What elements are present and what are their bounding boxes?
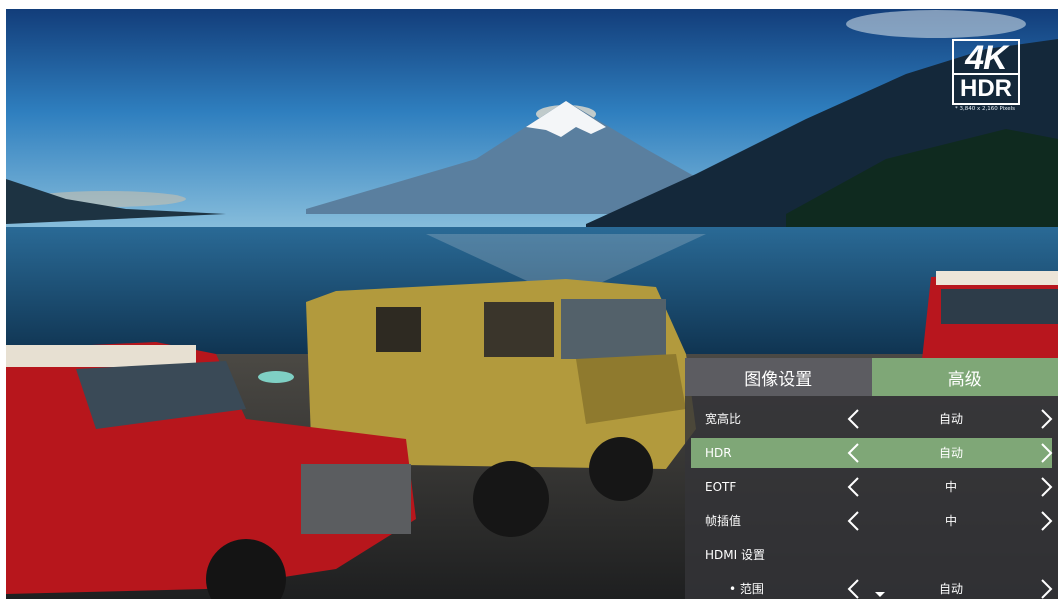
setting-section-label: HDMI 设置 (705, 548, 765, 562)
settings-panel: 图像设置 高级 宽高比 自动 HDR 自动 EOTF 中 帧插值 中 HDMI … (685, 358, 1058, 599)
setting-row-range[interactable]: • 范围 自动 (691, 574, 1055, 599)
chevron-right-icon[interactable] (1037, 409, 1055, 429)
chevron-right-icon[interactable] (1037, 579, 1055, 599)
setting-value: 中 (944, 514, 957, 528)
setting-value: 自动 (938, 582, 963, 596)
screen: 4K HDR * 3,840 x 2,160 Pixels 图像设置 高级 宽高… (6, 9, 1058, 599)
4k-hdr-badge: 4K HDR * 3,840 x 2,160 Pixels (952, 39, 1020, 112)
chevron-left-icon[interactable] (845, 477, 863, 497)
arrow-down-icon[interactable] (875, 592, 885, 597)
setting-row-hdmi-settings[interactable]: HDMI 设置 (691, 540, 1052, 570)
setting-label: 帧插值 (705, 514, 742, 528)
tab-picture-settings[interactable]: 图像设置 (685, 358, 872, 396)
setting-row-hdr[interactable]: HDR 自动 (691, 438, 1055, 468)
chevron-right-icon[interactable] (1037, 477, 1055, 497)
chevron-left-icon[interactable] (845, 511, 863, 531)
setting-row-frame-interpolation[interactable]: 帧插值 中 (691, 506, 1055, 536)
setting-label: HDR (705, 446, 732, 460)
chevron-right-icon[interactable] (1037, 511, 1055, 531)
badge-resolution-note: * 3,840 x 2,160 Pixels (954, 106, 1016, 112)
setting-label: • 范围 (729, 582, 764, 596)
settings-list: 宽高比 自动 HDR 自动 EOTF 中 帧插值 中 HDMI 设置 • 范围 … (685, 396, 1058, 599)
badge-hdr-text: HDR (952, 73, 1020, 105)
chevron-right-icon[interactable] (1037, 443, 1055, 463)
setting-value: 自动 (938, 446, 963, 460)
setting-row-eotf[interactable]: EOTF 中 (691, 472, 1055, 502)
setting-value: 自动 (938, 412, 963, 426)
chevron-left-icon[interactable] (845, 579, 863, 599)
badge-4k-text: 4K (952, 39, 1020, 75)
setting-value: 中 (944, 480, 957, 494)
setting-label: EOTF (705, 480, 737, 494)
chevron-left-icon[interactable] (845, 443, 863, 463)
setting-row-aspect-ratio[interactable]: 宽高比 自动 (691, 404, 1055, 434)
setting-label: 宽高比 (705, 412, 742, 426)
chevron-left-icon[interactable] (845, 409, 863, 429)
settings-tabs: 图像设置 高级 (685, 358, 1058, 396)
tab-advanced[interactable]: 高级 (871, 358, 1058, 396)
